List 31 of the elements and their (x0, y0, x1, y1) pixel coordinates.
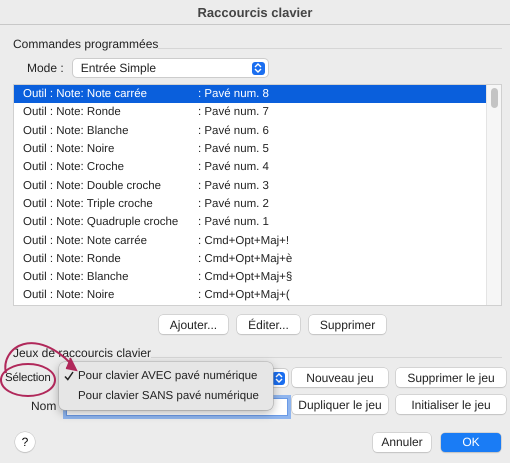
list-row[interactable]: Outil : Note: Note carrée : Cmd+Opt+Maj+! (14, 231, 486, 250)
section-title: Commandes programmées (13, 37, 158, 51)
set-button[interactable]: Initialiser le jeu (396, 395, 506, 414)
set-button[interactable]: Dupliquer le jeu (292, 395, 388, 414)
mode-label: Mode : (27, 61, 64, 75)
name-label: Nom (31, 399, 58, 413)
list-row[interactable]: Outil : Note: Noire : Cmd+Opt+Maj+( (14, 286, 486, 305)
list-row[interactable]: Outil : Note: Ronde : Pavé num. 7 (14, 103, 486, 122)
cancel-button[interactable]: Annuler (373, 432, 431, 452)
action-button[interactable]: Supprimer (308, 315, 386, 334)
list-row[interactable]: Outil : Note: Blanche : Cmd+Opt+Maj+§ (14, 268, 486, 286)
list-row[interactable]: Outil : Note: Note carrée : Pavé num. 8 (14, 85, 486, 104)
action-button[interactable]: Éditer... (237, 315, 300, 334)
list-row[interactable]: Outil : Note: Ronde : Cmd+Opt+Maj+è (14, 250, 486, 268)
list-row[interactable]: Outil : Note: Noire : Pavé num. 5 (14, 140, 486, 158)
list-row[interactable]: Outil : Note: Blanche : Pavé num. 6 (14, 122, 486, 140)
menu-item[interactable]: Pour clavier AVEC pavé numérique (59, 366, 273, 386)
window-title: Raccourcis clavier (198, 4, 312, 20)
set-button[interactable]: Supprimer le jeu (396, 368, 506, 387)
list-row[interactable]: Outil : Note: Double croche : Pavé num. 3 (14, 176, 486, 195)
list-row[interactable]: Outil : Note: Triple croche : Pavé num. 2 (14, 194, 486, 214)
ok-button[interactable]: OK (441, 432, 501, 452)
selection-label: Sélection (5, 372, 52, 384)
set-button[interactable]: Nouveau jeu (292, 368, 388, 387)
menu-item[interactable]: Pour clavier SANS pavé numérique (59, 386, 273, 406)
mode-dropdown[interactable]: Entrée Simple (72, 59, 268, 77)
help-button[interactable]: ? (15, 432, 35, 452)
list-row[interactable]: Outil : Note: Quadruple croche : Pavé num. 1 (14, 213, 486, 232)
action-button[interactable]: Ajouter... (158, 315, 228, 334)
section-title: Jeux de raccourcis clavier (13, 346, 152, 360)
list-row[interactable]: Outil : Note: Croche : Pavé num. 4 (14, 158, 486, 176)
